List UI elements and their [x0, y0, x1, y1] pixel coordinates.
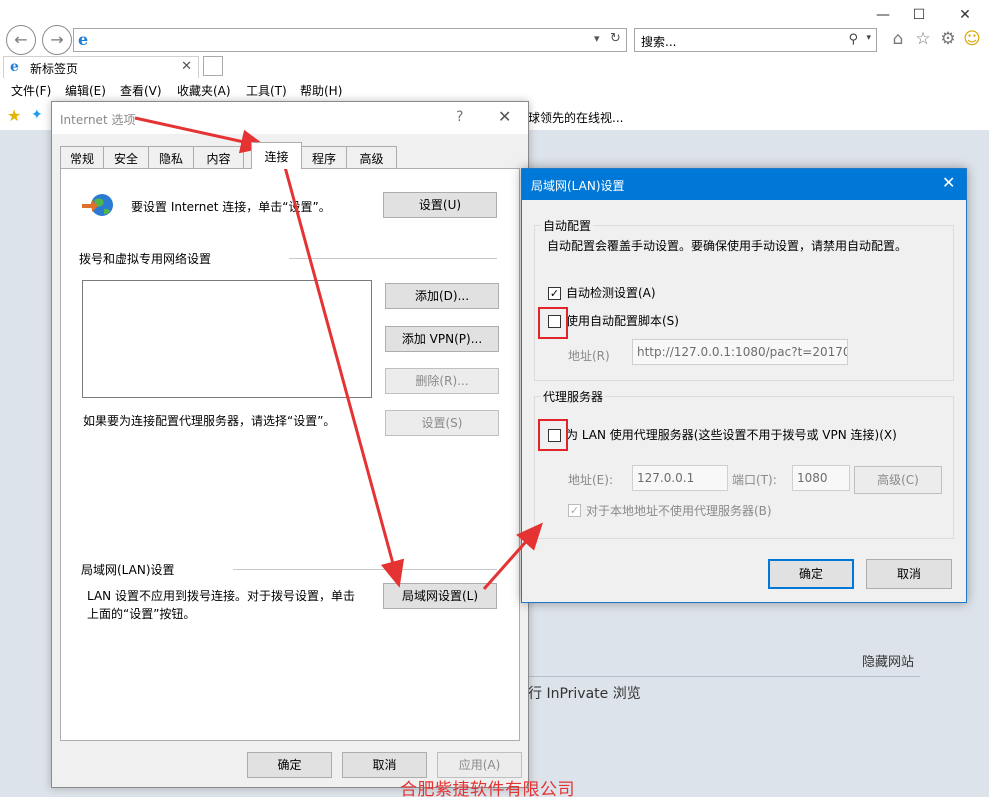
company-watermark: 合肥紫捷软件有限公司 [400, 780, 575, 797]
address-bar[interactable]: e ▾ ↻ [73, 28, 627, 52]
arrow-right-icon: → [50, 30, 64, 49]
menu-file[interactable]: 文件(F) [11, 82, 51, 99]
lan-dialog-title: 局域网(LAN)设置 [531, 179, 625, 193]
lan-ok-button[interactable]: 确定 [768, 559, 854, 589]
close-window-button[interactable]: ✕ [950, 4, 980, 26]
tab-content[interactable]: 内容 [193, 146, 244, 168]
advanced-proxy-button[interactable]: 高级(C) [854, 466, 942, 494]
twitter-bird-icon[interactable]: ✦ [31, 107, 43, 123]
favorite-link[interactable]: 球领先的在线视... [528, 109, 623, 126]
auto-config-description: 自动配置会覆盖手动设置。要确保使用手动设置，请禁用自动配置。 [547, 239, 908, 253]
menu-help[interactable]: 帮助(H) [300, 82, 342, 99]
bypass-local-label: 对于本地地址不使用代理服务器(B) [586, 504, 772, 518]
tab-advanced[interactable]: 高级 [346, 146, 397, 168]
proxy-group-title: 代理服务器 [541, 388, 606, 405]
ok-button[interactable]: 确定 [247, 752, 332, 778]
back-button[interactable]: ← [6, 25, 36, 55]
lan-settings-button[interactable]: 局域网设置(L) [383, 583, 497, 609]
tab-new-tab[interactable]: e 新标签页 ✕ [3, 56, 199, 78]
tab-title: 新标签页 [30, 62, 79, 76]
close-dialog-button[interactable]: ✕ [498, 107, 511, 126]
hide-site-link[interactable]: 隐藏网站 [862, 651, 914, 670]
group-divider [289, 258, 497, 259]
lan-settings-dialog: 局域网(LAN)设置 ✕ 自动配置 自动配置会覆盖手动设置。要确保使用手动设置，… [521, 168, 967, 603]
close-tab-icon[interactable]: ✕ [181, 59, 192, 74]
menu-tools[interactable]: 工具(T) [246, 82, 287, 99]
use-script-label: 使用自动配置脚本(S) [566, 314, 679, 328]
connection-settings-button[interactable]: 设置(S) [385, 410, 499, 436]
lan-dialog-titlebar: 局域网(LAN)设置 ✕ [522, 169, 966, 200]
inprivate-link[interactable]: 行 InPrivate 浏览 [528, 683, 641, 703]
ie-logo-icon: e [78, 30, 89, 49]
proxy-address-label: 地址(E): [568, 473, 613, 487]
gear-icon[interactable]: ⚙ [937, 28, 959, 50]
dialog-title: Internet 选项 [60, 113, 136, 127]
script-address-label: 地址(R) [568, 349, 610, 363]
highlight-box-use-proxy [538, 419, 568, 451]
proxy-port-field[interactable]: 1080 [792, 465, 850, 491]
minimize-button[interactable]: — [868, 4, 898, 26]
globe-network-icon [82, 194, 113, 216]
dialup-group-label: 拨号和虚拟专用网络设置 [79, 252, 212, 266]
tab-connections[interactable]: 连接 [251, 142, 302, 169]
ie-tab-icon: e [10, 59, 19, 75]
search-input[interactable]: 搜索... ⚲ ▾ [634, 28, 877, 52]
add-vpn-button[interactable]: 添加 VPN(P)... [385, 326, 499, 352]
menu-favorites[interactable]: 收藏夹(A) [177, 82, 231, 99]
bypass-local-checkbox[interactable]: ✓ [568, 504, 581, 517]
tab-privacy[interactable]: 隐私 [148, 146, 194, 168]
smiley-feedback-icon[interactable]: ☺ [961, 28, 983, 50]
proxy-address-field[interactable]: 127.0.0.1 [632, 465, 728, 491]
lan-cancel-button[interactable]: 取消 [866, 559, 952, 589]
setup-instruction: 要设置 Internet 连接，单击“设置”。 [131, 200, 331, 214]
maximize-button[interactable]: ☐ [904, 4, 934, 26]
remove-connection-button[interactable]: 删除(R)... [385, 368, 499, 394]
home-icon[interactable]: ⌂ [887, 28, 909, 50]
setup-button[interactable]: 设置(U) [383, 192, 497, 218]
divider [520, 676, 920, 677]
lan-info-text-1: LAN 设置不应用到拨号连接。对于拨号设置，单击 [87, 589, 355, 603]
search-icon[interactable]: ⚲ [848, 32, 858, 47]
use-proxy-label: 为 LAN 使用代理服务器(这些设置不用于拨号或 VPN 连接)(X) [566, 428, 897, 442]
proxy-port-label: 端口(T): [732, 473, 777, 487]
tab-general[interactable]: 常规 [60, 146, 104, 168]
search-dropdown-icon[interactable]: ▾ [866, 33, 871, 43]
highlight-box-use-script [538, 307, 568, 339]
forward-button[interactable]: → [42, 25, 72, 55]
address-dropdown-icon[interactable]: ▾ [594, 32, 600, 45]
group-divider [233, 569, 497, 570]
connections-panel: 要设置 Internet 连接，单击“设置”。 设置(U) 拨号和虚拟专用网络设… [60, 168, 520, 741]
menu-view[interactable]: 查看(V) [120, 82, 162, 99]
tab-programs[interactable]: 程序 [301, 146, 347, 168]
arrow-left-icon: ← [14, 30, 28, 49]
search-placeholder: 搜索... [641, 35, 677, 49]
lan-group-label: 局域网(LAN)设置 [81, 563, 175, 577]
lan-info-text-2: 上面的“设置”按钮。 [87, 607, 196, 621]
add-favorite-icon[interactable]: ★ [7, 106, 21, 125]
auto-detect-label: 自动检测设置(A) [566, 286, 656, 300]
help-button[interactable]: ? [456, 109, 463, 125]
new-tab-button[interactable] [203, 56, 223, 76]
close-lan-dialog-button[interactable]: ✕ [942, 173, 955, 192]
connection-list[interactable] [82, 280, 372, 398]
dialog-titlebar: Internet 选项 ? ✕ [52, 102, 528, 134]
tab-security[interactable]: 安全 [103, 146, 149, 168]
internet-options-dialog: Internet 选项 ? ✕ 常规 安全 隐私 内容 连接 程序 高级 要设置… [51, 101, 529, 788]
proxy-hint-text: 如果要为连接配置代理服务器，请选择“设置”。 [83, 414, 336, 428]
auto-detect-checkbox[interactable]: ✓ [548, 287, 561, 300]
auto-config-group-title: 自动配置 [541, 217, 594, 234]
menu-edit[interactable]: 编辑(E) [65, 82, 106, 99]
refresh-icon[interactable]: ↻ [610, 31, 621, 46]
script-address-field[interactable]: http://127.0.0.1:1080/pac?t=2017050 [632, 339, 848, 365]
add-connection-button[interactable]: 添加(D)... [385, 283, 499, 309]
favorites-star-icon[interactable]: ☆ [912, 28, 934, 50]
